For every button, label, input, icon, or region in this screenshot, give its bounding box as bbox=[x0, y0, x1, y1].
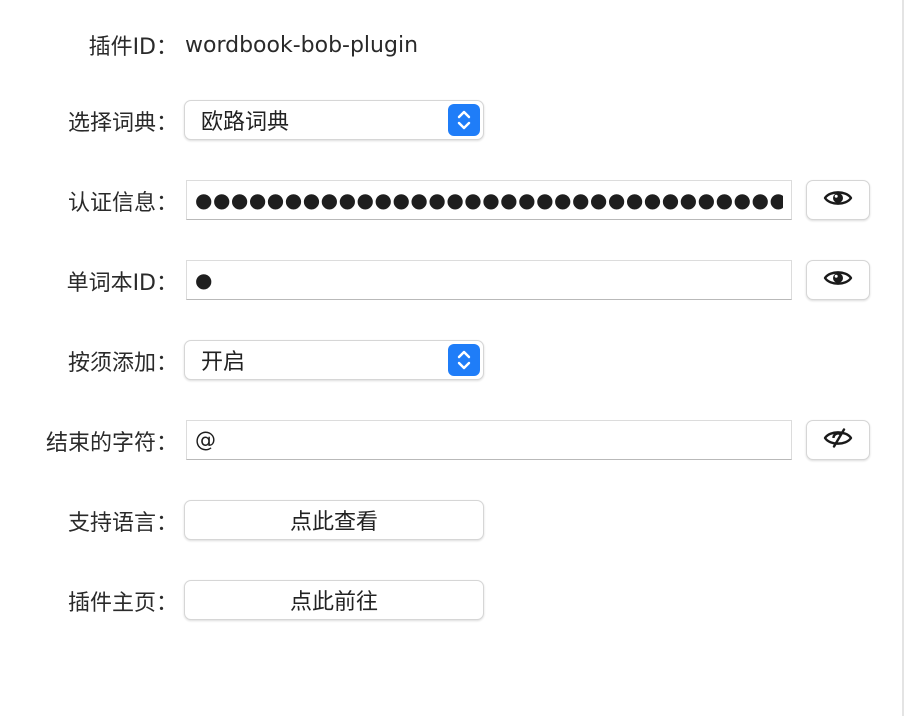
plugin-id-row: 插件ID： wordbook-bob-plugin bbox=[0, 24, 900, 66]
end-char-field-value: @ bbox=[195, 428, 216, 452]
add-on-demand-label: 按须添加： bbox=[67, 351, 178, 376]
auth-row: 认证信息： ●●●●●●●●●●●●●●●●●●●●●●●●●●●●●●●●●●… bbox=[0, 180, 900, 222]
wordbook-id-field[interactable]: ● bbox=[186, 260, 792, 300]
wordbook-id-row: 单词本ID： ● bbox=[0, 260, 900, 302]
dictionary-select-value: 欧路词典 bbox=[201, 110, 290, 135]
end-char-label: 结束的字符： bbox=[45, 431, 178, 456]
languages-row: 支持语言： 点此查看 bbox=[0, 500, 900, 542]
eye-icon bbox=[823, 268, 853, 292]
eye-slash-icon bbox=[823, 428, 853, 452]
auth-reveal-button[interactable] bbox=[806, 180, 870, 220]
dictionary-select[interactable]: 欧路词典 bbox=[184, 100, 484, 140]
add-on-demand-row: 按须添加： 开启 bbox=[0, 340, 900, 382]
auth-label: 认证信息： bbox=[67, 191, 178, 216]
plugin-id-label: 插件ID： bbox=[88, 35, 178, 60]
wordbook-id-label: 单词本ID： bbox=[66, 271, 178, 296]
open-homepage-button[interactable]: 点此前往 bbox=[184, 580, 484, 620]
add-on-demand-select[interactable]: 开启 bbox=[184, 340, 484, 380]
auth-field[interactable]: ●●●●●●●●●●●●●●●●●●●●●●●●●●●●●●●●●●●●●●●●… bbox=[186, 180, 792, 220]
languages-label: 支持语言： bbox=[67, 511, 178, 536]
chevron-up-down-icon bbox=[448, 344, 480, 376]
plugin-id-value: wordbook-bob-plugin bbox=[185, 32, 419, 58]
dictionary-label: 选择词典： bbox=[67, 111, 178, 136]
auth-field-value: ●●●●●●●●●●●●●●●●●●●●●●●●●●●●●●●●●●●●●●●●… bbox=[195, 188, 783, 212]
homepage-row: 插件主页： 点此前往 bbox=[0, 580, 900, 622]
dictionary-row: 选择词典： 欧路词典 bbox=[0, 100, 900, 142]
wordbook-id-field-value: ● bbox=[195, 268, 213, 292]
wordbook-id-reveal-button[interactable] bbox=[806, 260, 870, 300]
end-char-row: 结束的字符： @ bbox=[0, 420, 900, 462]
add-on-demand-select-value: 开启 bbox=[201, 350, 246, 375]
end-char-field[interactable]: @ bbox=[186, 420, 792, 460]
chevron-up-down-icon bbox=[448, 104, 480, 136]
eye-icon bbox=[823, 188, 853, 212]
view-languages-button[interactable]: 点此查看 bbox=[184, 500, 484, 540]
homepage-label: 插件主页： bbox=[67, 591, 178, 616]
end-char-hide-button[interactable] bbox=[806, 420, 870, 460]
